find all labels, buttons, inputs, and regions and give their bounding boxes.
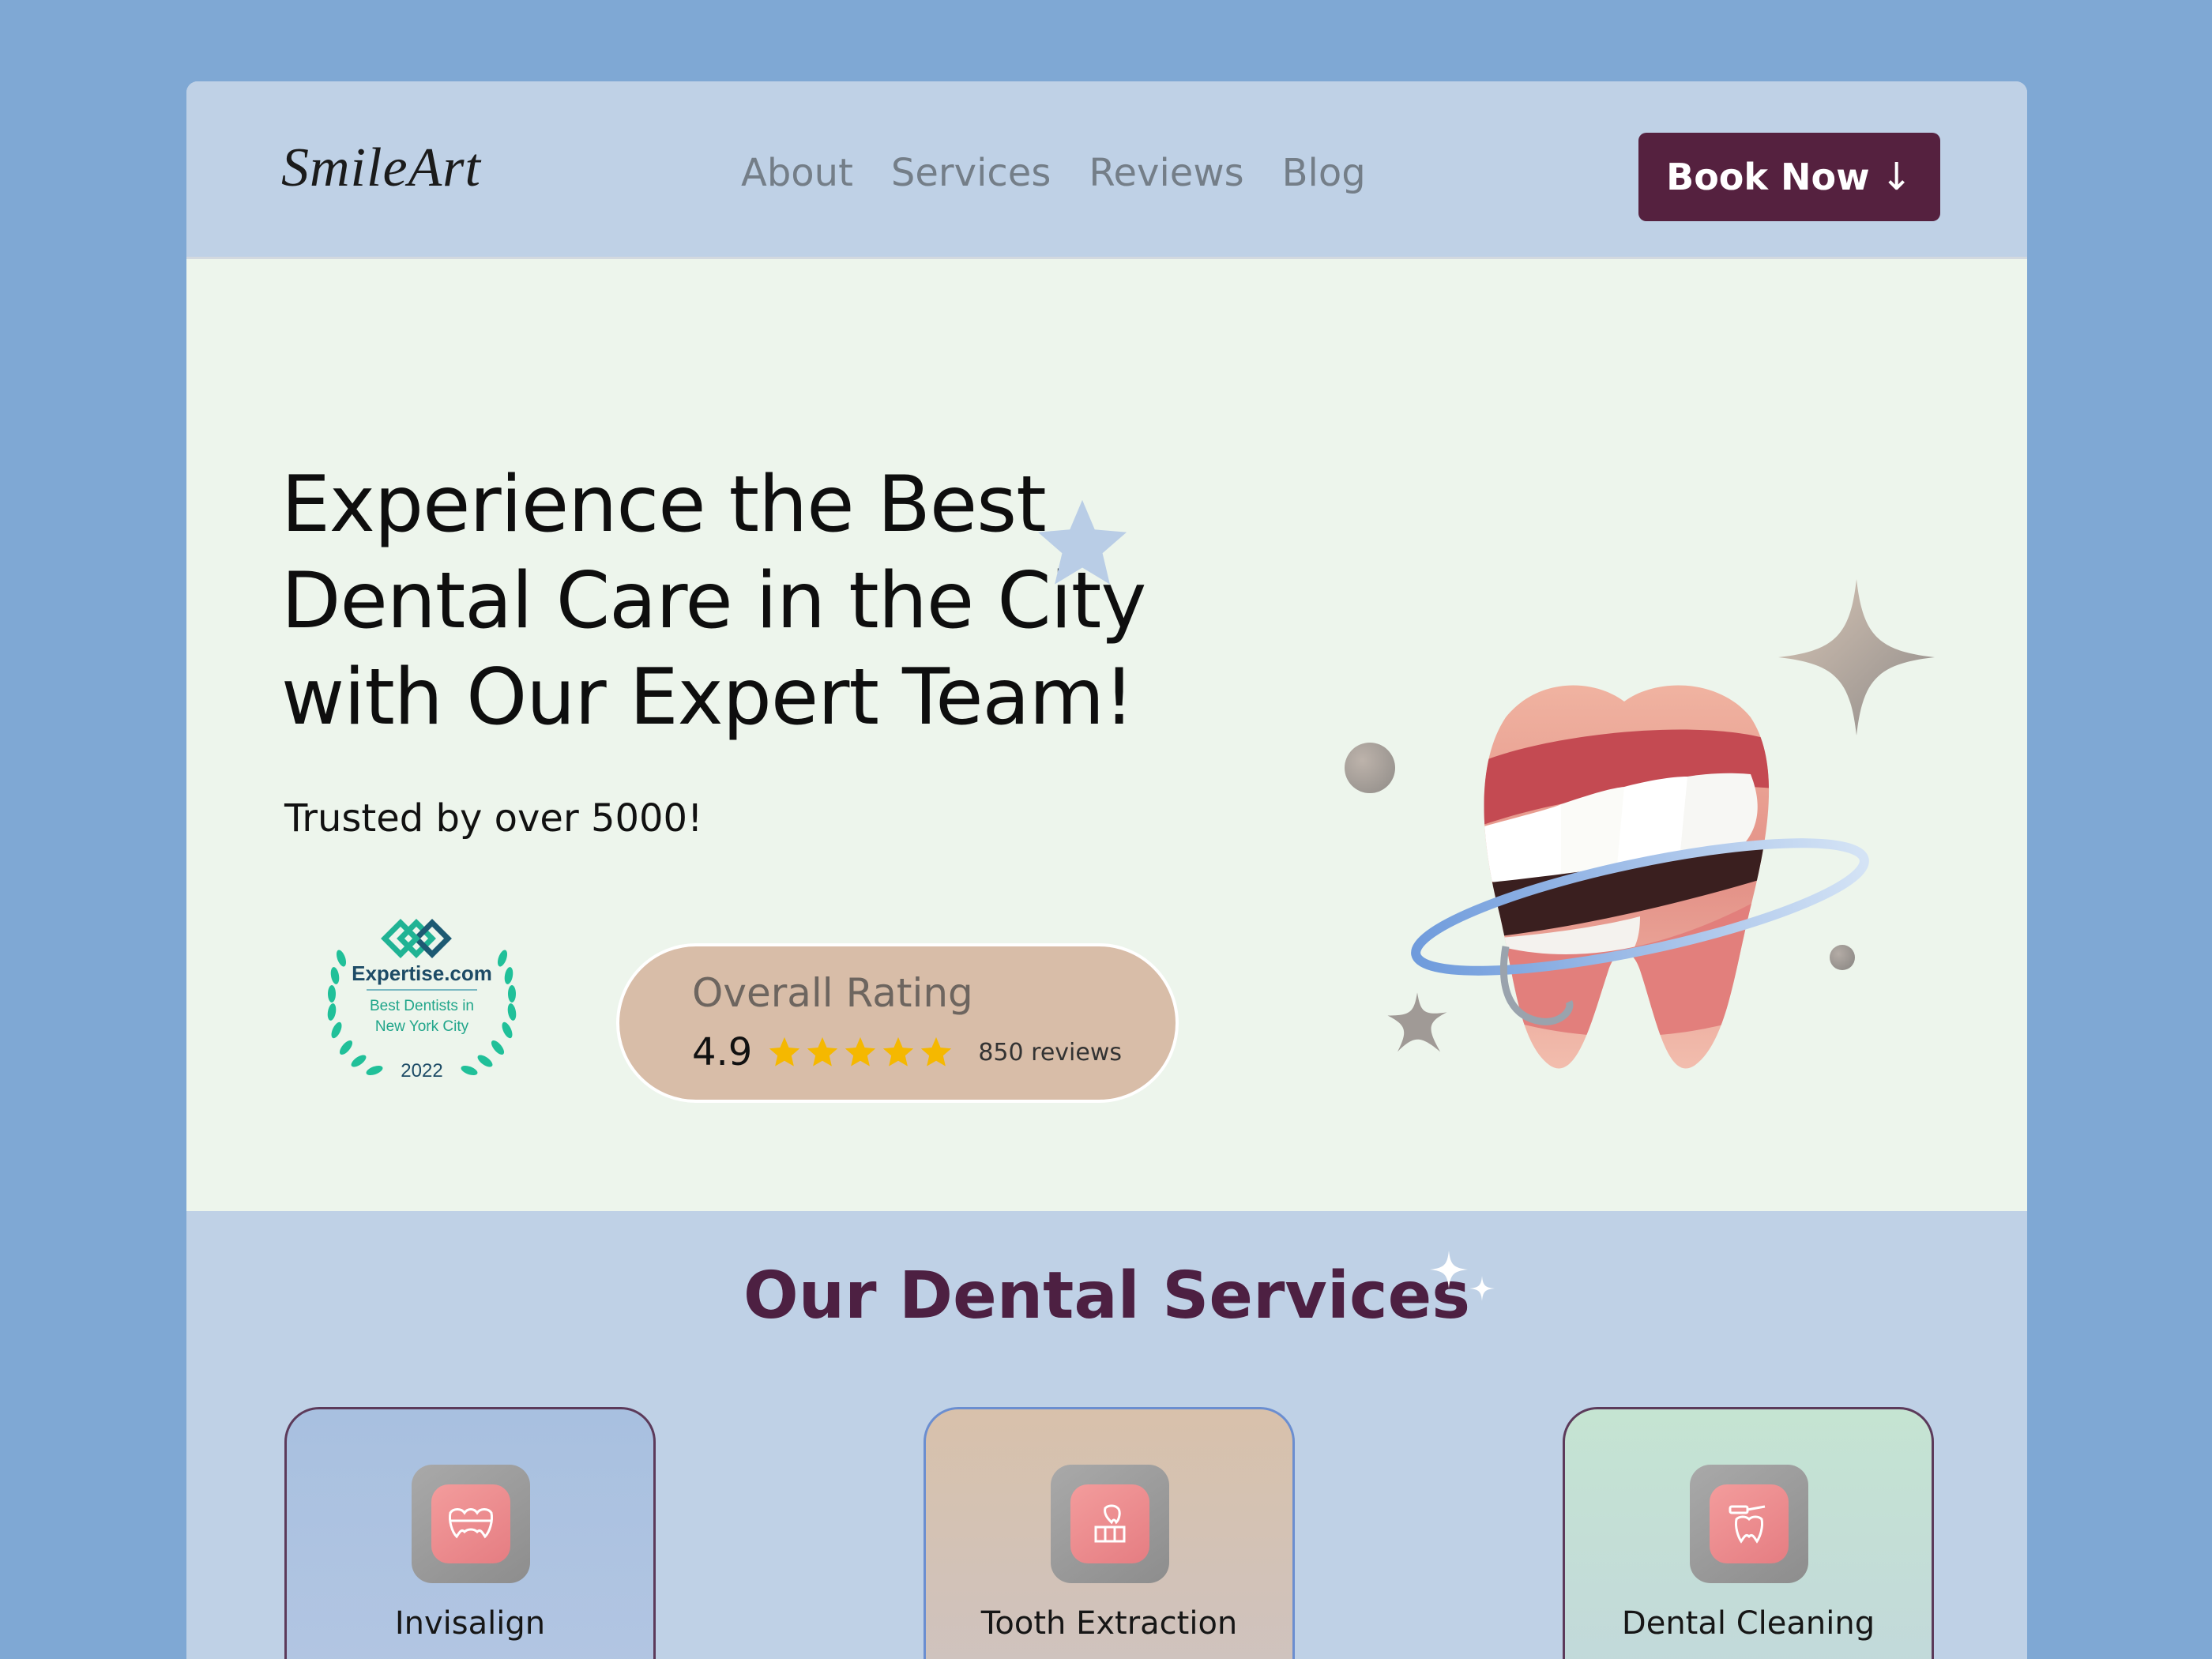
star-icon	[769, 1036, 800, 1066]
badge-line-2: New York City	[375, 1018, 469, 1035]
decorative-sparkle-icon	[1430, 1251, 1495, 1301]
tooth-smile-illustration	[1411, 685, 1869, 1069]
book-now-button[interactable]: Book Now ↓	[1638, 133, 1940, 221]
brand-logo[interactable]: SmileArt	[281, 137, 481, 200]
book-now-label: Book Now	[1666, 156, 1870, 198]
dental-cleaning-icon	[1710, 1484, 1789, 1563]
rating-row: 4.9 850 reviews	[692, 1030, 1122, 1074]
service-icon-frame	[412, 1465, 530, 1583]
services-title: Our Dental Services	[743, 1258, 1471, 1334]
braces-icon	[431, 1484, 510, 1563]
star-icon	[807, 1036, 838, 1066]
award-badge-icon: Expertise.com Best Dentists in New York …	[327, 919, 517, 1082]
rating-card[interactable]: Overall Rating 4.9 850 reviews	[616, 943, 1179, 1103]
tooth-extraction-icon	[1070, 1484, 1149, 1563]
hero-section: Experience the Best Dental Care in the C…	[186, 259, 2027, 1211]
arrow-down-icon: ↓	[1880, 155, 1913, 199]
star-icon	[883, 1036, 914, 1066]
hero-title-line-2: Dental Care in the City	[281, 556, 1146, 646]
rating-title: Overall Rating	[692, 970, 973, 1016]
service-label: Tooth Extraction	[980, 1605, 1238, 1642]
extraction-glyph	[1094, 1504, 1126, 1543]
service-label: Dental Cleaning	[1621, 1605, 1875, 1642]
badge-line-1: Best Dentists in	[370, 998, 474, 1014]
hero-subtitle: Trusted by over 5000!	[284, 796, 703, 841]
services-section: Our Dental Services Invisalign Tooth Ext…	[186, 1211, 2027, 1659]
badge-year: 2022	[401, 1060, 442, 1082]
service-card-tooth-extraction[interactable]: Tooth Extraction	[924, 1407, 1295, 1659]
hero-title: Experience the Best Dental Care in the C…	[281, 457, 1150, 746]
nav-links: About Services Reviews Blog	[741, 151, 1366, 195]
nav-link-reviews[interactable]: Reviews	[1089, 151, 1243, 195]
service-icon-frame	[1690, 1465, 1808, 1583]
service-card-dental-cleaning[interactable]: Dental Cleaning	[1563, 1407, 1934, 1659]
service-label: Invisalign	[394, 1605, 546, 1642]
star-icon	[921, 1036, 952, 1066]
service-card-invisalign[interactable]: Invisalign	[284, 1407, 656, 1659]
hero-title-line-1: Experience the Best	[281, 460, 1047, 550]
decorative-dot	[1345, 743, 1395, 793]
service-icon-frame	[1051, 1465, 1169, 1583]
page-frame: SmileArt About Services Reviews Blog Boo…	[186, 81, 2027, 1659]
badge-brand: Expertise.com	[352, 961, 492, 985]
rating-count: 850 reviews	[978, 1038, 1122, 1066]
nav-link-about[interactable]: About	[741, 151, 853, 195]
nav-link-services[interactable]: Services	[891, 151, 1051, 195]
hero-title-line-3: with Our Expert Team!	[281, 653, 1134, 743]
rating-stars	[766, 1034, 954, 1070]
decorative-star-icon	[1037, 499, 1127, 585]
cleaning-glyph	[1729, 1505, 1766, 1544]
star-icon	[845, 1036, 876, 1066]
braces-glyph	[449, 1508, 493, 1539]
nav-link-blog[interactable]: Blog	[1282, 151, 1366, 195]
rating-score: 4.9	[692, 1030, 753, 1074]
top-navbar: SmileArt About Services Reviews Blog Boo…	[186, 81, 2027, 259]
